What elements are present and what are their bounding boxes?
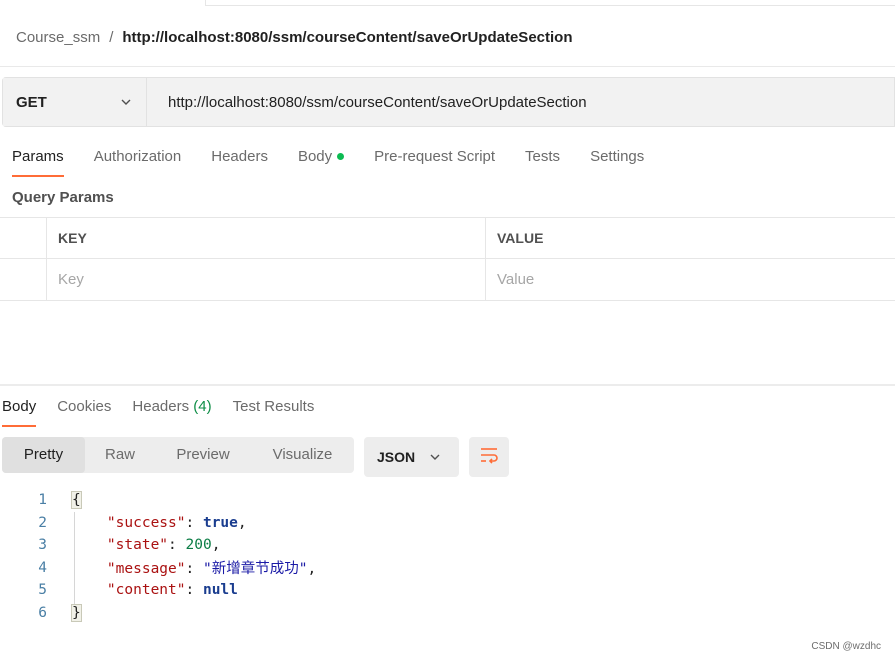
tab-headers-label: Headers [211,148,268,165]
row-checkbox-cell [0,259,47,300]
json-value: 200 [185,537,212,554]
close-brace: } [71,603,82,622]
header-checkbox-cell [0,218,47,258]
wrap-lines-button[interactable] [469,437,509,477]
tab-response-cookies[interactable]: Cookies [57,395,111,427]
tab-settings[interactable]: Settings [590,145,644,177]
code-line: 6 } [0,602,895,625]
breadcrumb-request-name[interactable]: http://localhost:8080/ssm/courseContent/… [122,29,572,46]
request-tabs: Params Authorization Headers Body Pre-re… [12,145,674,177]
watermark: CSDN @wzdhc [811,641,881,652]
chevron-down-icon [120,96,132,108]
response-pane-divider[interactable] [0,384,895,386]
breadcrumb-collection[interactable]: Course_ssm [16,29,100,46]
column-header-value: VALUE [497,230,544,246]
line-number: 6 [38,604,47,621]
breadcrumb: Course_ssm / http://localhost:8080/ssm/c… [16,26,573,48]
response-tabs: Body Cookies Headers (4) Test Results [2,395,335,427]
headers-count-badge: (4) [193,398,212,415]
column-header-key: KEY [47,218,486,258]
top-tab-strip [205,0,895,6]
tab-body[interactable]: Body [297,145,345,177]
json-value: true [202,514,238,531]
code-line: 3 "state": 200, [0,534,895,557]
code-line: 4 "message": "新增章节成功", [0,557,895,580]
code-line: 1 { [0,489,895,512]
tab-test-results[interactable]: Test Results [233,395,315,427]
view-raw-button[interactable]: Raw [85,437,155,473]
view-visualize-button[interactable]: Visualize [251,437,354,473]
table-row: Key Value [0,259,895,301]
tab-response-body[interactable]: Body [2,395,37,427]
view-pretty-button[interactable]: Pretty [2,437,85,473]
value-input[interactable]: Value [486,259,895,300]
tab-test-results-label: Test Results [232,398,315,415]
tab-response-headers-label: Headers [132,398,190,415]
request-bar: GET http://localhost:8080/ssm/courseCont… [2,77,895,127]
view-preview-button[interactable]: Preview [155,437,251,473]
body-indicator-dot [337,152,345,160]
tab-headers[interactable]: Headers [211,145,268,177]
json-key: "message" [106,561,186,578]
tab-authorization-label: Authorization [93,148,182,165]
tab-tests-label: Tests [525,148,561,165]
tab-response-body-label: Body [2,398,37,415]
open-brace: { [71,491,82,510]
response-body-editor[interactable]: 1 { 2 "success": true, 3 "state": 200, 4… [0,489,895,624]
view-mode-selector: Pretty Raw Preview Visualize [2,437,354,473]
wrap-lines-icon [479,446,499,469]
tab-body-label: Body [297,148,333,165]
tab-response-headers[interactable]: Headers (4) [132,395,211,427]
tab-authorization[interactable]: Authorization [94,145,182,177]
json-key: "content" [106,582,186,599]
json-value: "新增章节成功" [202,561,308,578]
method-label: GET [16,93,47,111]
json-key: "state" [106,537,169,554]
query-params-table: KEY VALUE Key Value [0,217,895,301]
code-line: 5 "content": null [0,579,895,602]
table-header-row: KEY VALUE [0,217,895,259]
line-number: 4 [38,559,47,576]
format-select[interactable]: JSON [364,437,459,477]
code-line: 2 "success": true, [0,512,895,535]
tab-settings-label: Settings [590,148,645,165]
tab-pre-request-script[interactable]: Pre-request Script [374,145,495,177]
json-value: null [202,582,238,599]
header-divider [0,66,895,67]
tab-tests[interactable]: Tests [525,145,560,177]
line-number: 3 [38,537,47,554]
url-input[interactable]: http://localhost:8080/ssm/courseContent/… [147,78,894,126]
format-label: JSON [377,449,416,465]
tab-pre-request-script-label: Pre-request Script [374,148,496,165]
line-number: 2 [38,514,47,531]
line-number: 1 [38,492,47,509]
line-number: 5 [38,582,47,599]
key-input[interactable]: Key [47,259,486,300]
tab-params[interactable]: Params [12,145,64,177]
query-params-title: Query Params [12,189,114,206]
tab-response-cookies-label: Cookies [57,398,112,415]
json-key: "success" [106,514,186,531]
method-select[interactable]: GET [3,78,147,126]
chevron-down-icon [429,451,441,463]
breadcrumb-separator: / [109,28,114,46]
tab-params-label: Params [12,148,64,165]
